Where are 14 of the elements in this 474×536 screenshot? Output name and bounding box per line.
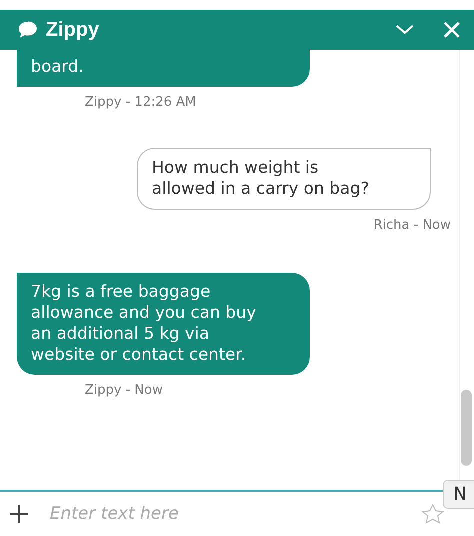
chevron-down-icon[interactable] [396,25,414,35]
message-bubble: How much weight is allowed in a carry on bag? [137,148,431,210]
chat-bubble-icon [18,21,38,39]
message-bubble: board. [17,50,310,87]
chat-title: Zippy [46,18,100,42]
tooltip: N [442,480,474,509]
message-bubble: 7kg is a free baggage allowance and you can buy an additional 5 kg via website or contact center. [17,273,310,375]
message-meta: Richa - Now [374,218,451,233]
close-icon[interactable] [444,22,460,38]
star-icon[interactable] [422,504,444,524]
plus-icon[interactable] [10,505,28,523]
message-meta: Zippy - Now [85,383,163,398]
message-input[interactable]: Enter text here [48,503,402,525]
message-meta: Zippy - 12:26 AM [85,95,196,110]
